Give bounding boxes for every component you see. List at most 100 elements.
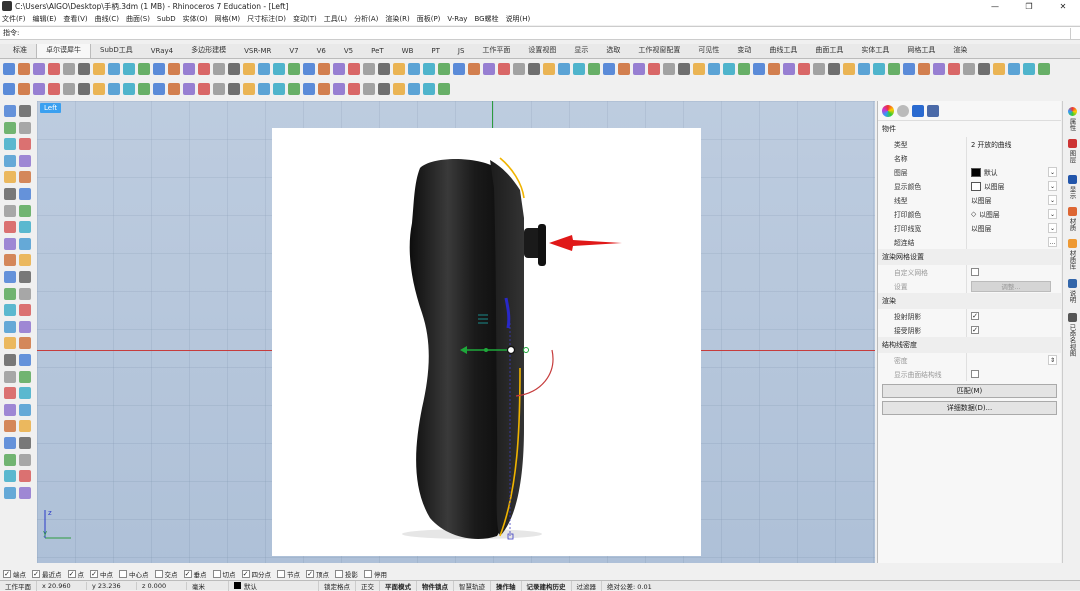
toolbar-tool-icon[interactable] <box>198 63 210 75</box>
tab-v5[interactable]: V5 <box>335 45 362 58</box>
toolbar-tool-icon[interactable] <box>678 63 690 75</box>
toolbar-tool-icon[interactable] <box>978 63 990 75</box>
receive-shadows-checkbox[interactable]: ✓ <box>971 326 979 334</box>
toolbar-tool-icon[interactable] <box>318 83 330 95</box>
osnap-checkbox[interactable]: ✓ <box>90 569 98 578</box>
tab-solid-tools[interactable]: 实体工具 <box>852 44 898 58</box>
left-tool-icon[interactable] <box>4 188 16 200</box>
tab-curve-tools[interactable]: 曲线工具 <box>760 44 806 58</box>
toolbar-tool-icon[interactable] <box>378 63 390 75</box>
dropdown-chevron-icon[interactable]: ⌄ <box>1048 181 1057 191</box>
left-tool-icon[interactable] <box>19 370 31 383</box>
toolbar-tool-icon[interactable] <box>273 63 285 75</box>
left-tool-icon[interactable] <box>19 105 31 117</box>
toolbar-tool-icon[interactable] <box>18 83 30 95</box>
toolbar-tool-icon[interactable] <box>753 63 765 75</box>
toolbar-tool-icon[interactable] <box>423 63 435 75</box>
prop-value[interactable]: ◇ 以图层 ⌄ <box>966 207 1061 221</box>
toolbar-tool-icon[interactable] <box>648 63 660 75</box>
left-tool-icon[interactable] <box>4 254 16 267</box>
toolbar-tool-icon[interactable] <box>183 83 195 95</box>
osnap-checkbox[interactable]: ✓ <box>183 569 192 578</box>
osnap-item[interactable]: ✓ 点 <box>67 569 84 579</box>
sidetab-named-views[interactable]: 已命名视图 <box>1065 313 1079 357</box>
viewport-left[interactable]: Left z y <box>37 101 875 563</box>
left-tool-icon[interactable] <box>4 221 16 234</box>
toolbar-tool-icon[interactable] <box>708 63 720 75</box>
left-tool-icon[interactable] <box>19 403 31 416</box>
osnap-item[interactable]: ✓ 垂点 <box>183 569 207 579</box>
toolbar-tool-icon[interactable] <box>738 63 750 75</box>
menu-solid[interactable]: 实体(O) <box>183 14 208 24</box>
tab-set-view[interactable]: 设置视图 <box>519 44 565 58</box>
tab-transform[interactable]: 变动 <box>728 44 760 58</box>
left-tool-icon[interactable] <box>19 453 31 466</box>
left-tool-icon[interactable] <box>4 154 16 167</box>
toolbar-tool-icon[interactable] <box>363 83 375 95</box>
toolbar-tool-icon[interactable] <box>93 83 105 95</box>
sidetab-materials[interactable]: 材质 <box>1065 207 1079 231</box>
menu-tools[interactable]: 工具(L) <box>324 14 347 24</box>
left-tool-icon[interactable] <box>19 254 31 267</box>
osnap-checkbox[interactable]: ✓ <box>67 569 76 578</box>
toolbar-tool-icon[interactable] <box>363 63 375 75</box>
toolbar-tool-icon[interactable] <box>198 83 210 95</box>
toolbar-tool-icon[interactable] <box>393 63 405 75</box>
toolbar-tool-icon[interactable] <box>258 63 270 75</box>
menu-edit[interactable]: 编辑(E) <box>33 14 57 24</box>
toolbar-tool-icon[interactable] <box>288 83 300 95</box>
toggle-history[interactable]: 记录建构历史 <box>522 580 572 591</box>
toolbar-tool-icon[interactable] <box>303 83 315 95</box>
toolbar-tool-icon[interactable] <box>63 63 75 75</box>
toolbar-tool-icon[interactable] <box>18 63 30 75</box>
toolbar-tool-icon[interactable] <box>168 63 180 75</box>
toolbar-tool-icon[interactable] <box>498 63 510 75</box>
osnap-checkbox[interactable]: ✓ <box>32 569 40 578</box>
tab-standard[interactable]: 标准 <box>4 44 36 58</box>
color-wheel-icon[interactable] <box>882 104 894 117</box>
tab-wb[interactable]: WB <box>393 45 423 58</box>
left-tool-icon[interactable] <box>4 420 16 433</box>
prop-value[interactable]: 以图层 ⌄ <box>966 221 1061 235</box>
left-tool-icon[interactable] <box>4 403 16 416</box>
osnap-item[interactable]: ✓ 最近点 <box>32 569 62 579</box>
prop-value[interactable]: … <box>966 235 1061 249</box>
minimize-button[interactable]: — <box>978 0 1012 12</box>
toolbar-tool-icon[interactable] <box>408 83 420 95</box>
toolbar-tool-icon[interactable] <box>378 83 390 95</box>
left-tool-icon[interactable] <box>19 320 31 333</box>
toolbar-tool-icon[interactable] <box>768 63 780 75</box>
osnap-checkbox[interactable]: ✓ <box>3 569 11 578</box>
menu-panels[interactable]: 面板(P) <box>417 14 441 24</box>
toolbar-tool-icon[interactable] <box>213 63 225 75</box>
menu-transform[interactable]: 变动(T) <box>293 14 317 24</box>
toolbar-tool-icon[interactable] <box>333 83 345 95</box>
command-scrollbar[interactable] <box>1070 28 1078 39</box>
left-tool-icon[interactable] <box>19 221 31 234</box>
toolbar-tool-icon[interactable] <box>3 63 15 75</box>
toolbar-tool-icon[interactable] <box>948 63 960 75</box>
toolbar-tool-icon[interactable] <box>468 63 480 75</box>
left-tool-icon[interactable] <box>4 171 16 184</box>
viewport-tab-left[interactable]: Left <box>40 103 62 113</box>
menu-render[interactable]: 渲染(R) <box>385 14 409 24</box>
toolbar-tool-icon[interactable] <box>108 83 120 95</box>
menu-view[interactable]: 查看(V) <box>63 14 87 24</box>
show-isocurves-checkbox[interactable] <box>971 370 979 378</box>
left-tool-icon[interactable] <box>4 121 16 134</box>
menu-mesh[interactable]: 网格(M) <box>215 14 241 24</box>
tab-js[interactable]: JS <box>449 45 474 58</box>
left-tool-icon[interactable] <box>4 486 16 499</box>
more-button[interactable]: … <box>1048 237 1057 247</box>
toolbar-tool-icon[interactable] <box>873 63 885 75</box>
tab-surface-tools[interactable]: 曲面工具 <box>806 44 852 58</box>
density-spinner[interactable]: ⇕ <box>1048 355 1057 365</box>
osnap-item[interactable]: ✓ 顶点 <box>306 569 329 579</box>
toolbar-tool-icon[interactable] <box>3 83 15 95</box>
tab-v6[interactable]: V6 <box>308 45 335 58</box>
tab-poly-modeling[interactable]: 多边形建模 <box>182 44 235 58</box>
tab-v7[interactable]: V7 <box>280 45 307 58</box>
left-tool-icon[interactable] <box>19 486 31 499</box>
toolbar-tool-icon[interactable] <box>48 63 60 75</box>
toolbar-tool-icon[interactable] <box>138 63 150 75</box>
